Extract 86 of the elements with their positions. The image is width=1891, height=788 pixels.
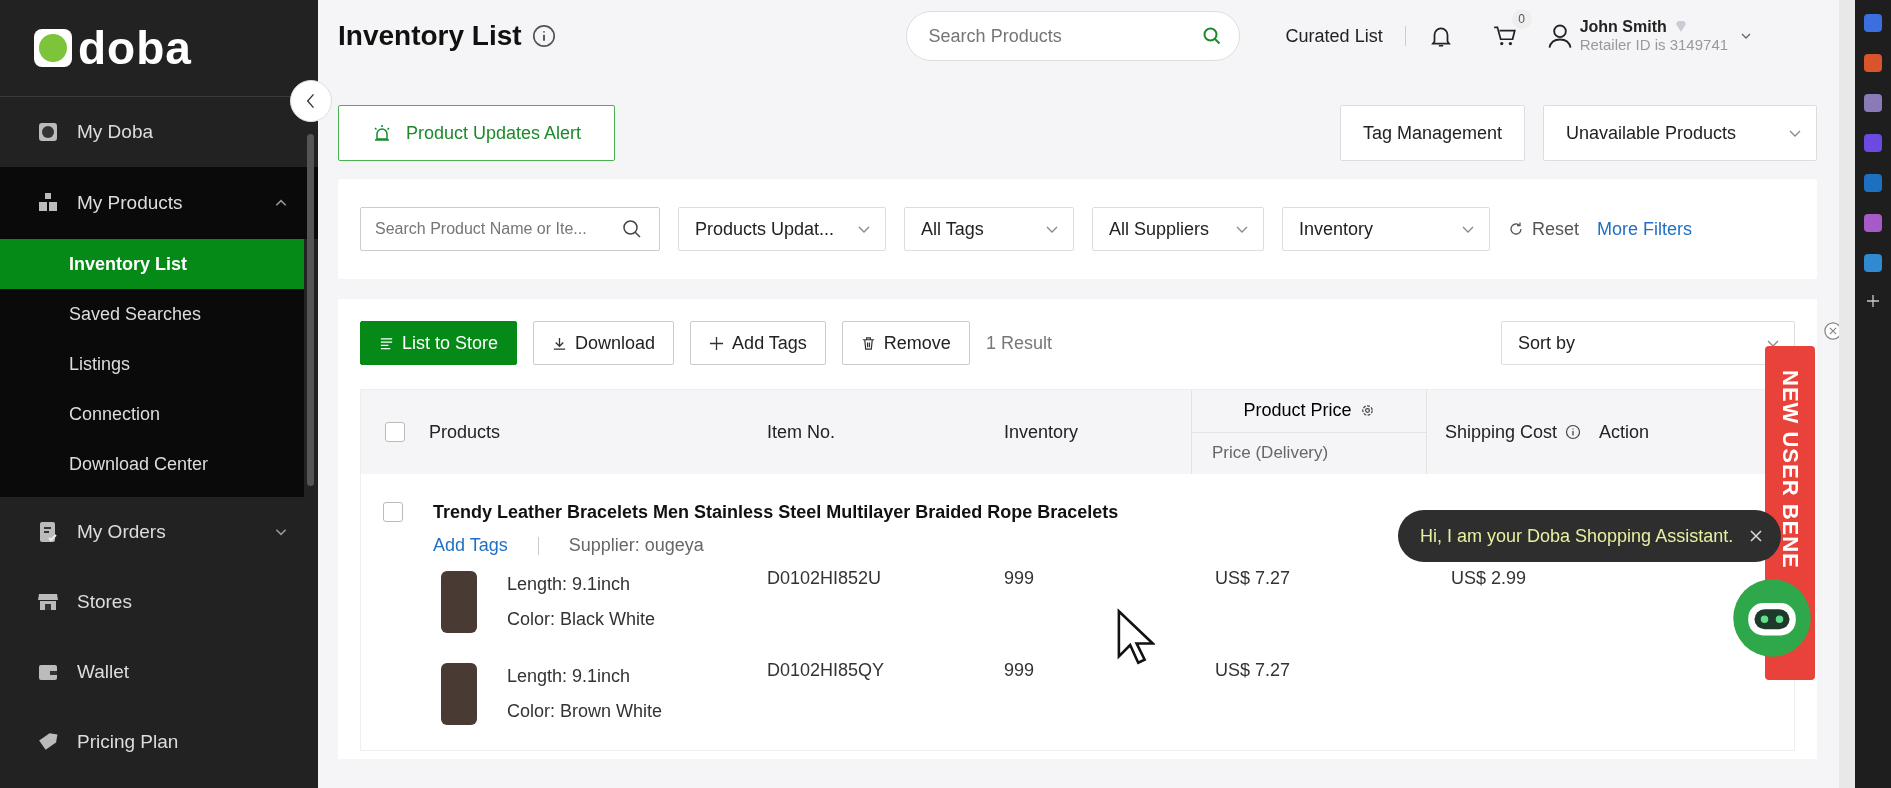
reset-button[interactable]: Reset: [1508, 218, 1580, 240]
sidebar-item[interactable]: Pricing Plan: [0, 707, 318, 777]
column-header: Shipping Cost: [1445, 421, 1558, 443]
filter-dropdown[interactable]: All Suppliers: [1092, 207, 1264, 251]
add-tags-link[interactable]: Add Tags: [433, 535, 508, 556]
mouse-cursor-icon: [1115, 608, 1155, 666]
info-icon[interactable]: [1565, 424, 1582, 440]
table-cell-text: US$ 7.27: [1214, 659, 1292, 681]
column-header: Product Price: [1243, 400, 1352, 422]
column-header: Item No.: [767, 420, 837, 444]
app-icon[interactable]: [1864, 134, 1882, 152]
variant-color: Color: Black White: [507, 608, 656, 631]
row-checkbox[interactable]: [383, 502, 403, 522]
product-search-field[interactable]: Search Product Name or Ite...: [360, 207, 660, 251]
page-title: Inventory List: [338, 20, 522, 52]
filter-dropdown[interactable]: Products Updat...: [678, 207, 886, 251]
photo-placeholder: [441, 571, 477, 633]
submenu-item[interactable]: Download Center: [0, 439, 304, 489]
photo-placeholder: [441, 663, 477, 725]
submenu-item[interactable]: Listings: [0, 339, 304, 389]
toolbar-button[interactable]: Remove: [841, 321, 970, 365]
sidebar-item[interactable]: My Doba: [0, 97, 318, 167]
result-count: 1 Result: [985, 332, 1052, 354]
list-icon: [379, 335, 394, 351]
app-icon[interactable]: [1864, 14, 1882, 32]
toolbar-button[interactable]: Download: [533, 321, 675, 365]
table-cell-text: 999: [1004, 567, 1036, 589]
plus-icon: [709, 335, 725, 351]
app-icon[interactable]: [1864, 254, 1882, 272]
chevron-left-icon: [306, 92, 316, 110]
table-cell-text: US$ 7.27: [1214, 567, 1292, 589]
settings-icon[interactable]: [1359, 403, 1375, 419]
sidebar-item[interactable]: Wallet: [0, 637, 318, 707]
refresh-icon: [1508, 221, 1524, 237]
search-icon[interactable]: [1201, 26, 1222, 46]
variant-length: Length: 9.1inch: [507, 665, 632, 688]
alarm-icon: [371, 123, 392, 143]
submenu-item[interactable]: Connection: [0, 389, 304, 439]
column-subheader: Price (Delivery): [1211, 442, 1330, 465]
select-all-checkbox[interactable]: [385, 422, 405, 442]
sidebar-item[interactable]: My Products: [0, 167, 318, 239]
sidebar-item[interactable]: Stores: [0, 567, 318, 637]
search-icon[interactable]: [622, 219, 642, 239]
user-name: John Smith: [1579, 18, 1667, 36]
retailer-id: Retailer ID is 3149741: [1579, 36, 1729, 53]
supplier-name: Supplier: ougeya: [568, 535, 704, 556]
download-icon: [552, 335, 568, 351]
table-cell-text: D0102HI85QY: [767, 659, 886, 681]
submenu-item[interactable]: Inventory List: [0, 239, 304, 289]
column-header: Inventory: [1004, 420, 1080, 444]
submenu-item[interactable]: Saved Searches: [0, 289, 304, 339]
column-header: Action: [1599, 421, 1650, 443]
robot-icon[interactable]: [1732, 578, 1812, 658]
product-title[interactable]: Trendy Leather Bracelets Men Stainless Steel Multilayer Braided Rope Bracelets: [433, 502, 1119, 523]
doba-logo[interactable]: doba: [34, 25, 192, 71]
list-to-store-button[interactable]: List to Store: [360, 321, 518, 365]
info-icon[interactable]: [531, 24, 556, 48]
table-cell-text: D0102HI852U: [767, 567, 883, 589]
app-icon[interactable]: [1864, 214, 1882, 232]
trash-icon: [860, 335, 876, 351]
app-icon[interactable]: [1864, 174, 1882, 192]
assistant-message: Hi, I am your Doba Shopping Assistant.: [1420, 525, 1734, 547]
variant-length: Length: 9.1inch: [507, 573, 632, 596]
tag-management-button[interactable]: Tag Management: [1339, 105, 1525, 161]
toolbar-button[interactable]: Add Tags: [690, 321, 826, 365]
table-cell-text: 999: [1004, 659, 1036, 681]
curated-list-link[interactable]: Curated List: [1285, 25, 1383, 47]
plus-icon[interactable]: [1866, 294, 1880, 308]
column-header: Products: [429, 420, 502, 444]
variant-color: Color: Brown White: [507, 700, 663, 723]
app-icon[interactable]: [1864, 94, 1882, 112]
sidebar-item[interactable]: My Orders: [0, 497, 318, 567]
table-cell: US$ 2.99: [1451, 568, 1527, 588]
product-updates-alert-button[interactable]: Product Updates Alert: [338, 105, 615, 161]
app-icon[interactable]: [1864, 54, 1882, 72]
gauge-icon: [36, 120, 60, 144]
scrollbar[interactable]: [307, 134, 314, 486]
sort-dropdown[interactable]: Sort by: [1501, 321, 1795, 365]
filter-dropdown[interactable]: All Tags: [904, 207, 1074, 251]
close-icon[interactable]: [1749, 529, 1764, 543]
more-filters-link[interactable]: More Filters: [1597, 218, 1693, 240]
cart-count-badge: 0: [1511, 9, 1532, 29]
scrollbar[interactable]: [1839, 0, 1855, 788]
unavailable-products-dropdown[interactable]: Unavailable Products: [1543, 105, 1817, 161]
filter-dropdown[interactable]: Inventory: [1282, 207, 1490, 251]
search-field[interactable]: Search Products: [905, 11, 1240, 61]
